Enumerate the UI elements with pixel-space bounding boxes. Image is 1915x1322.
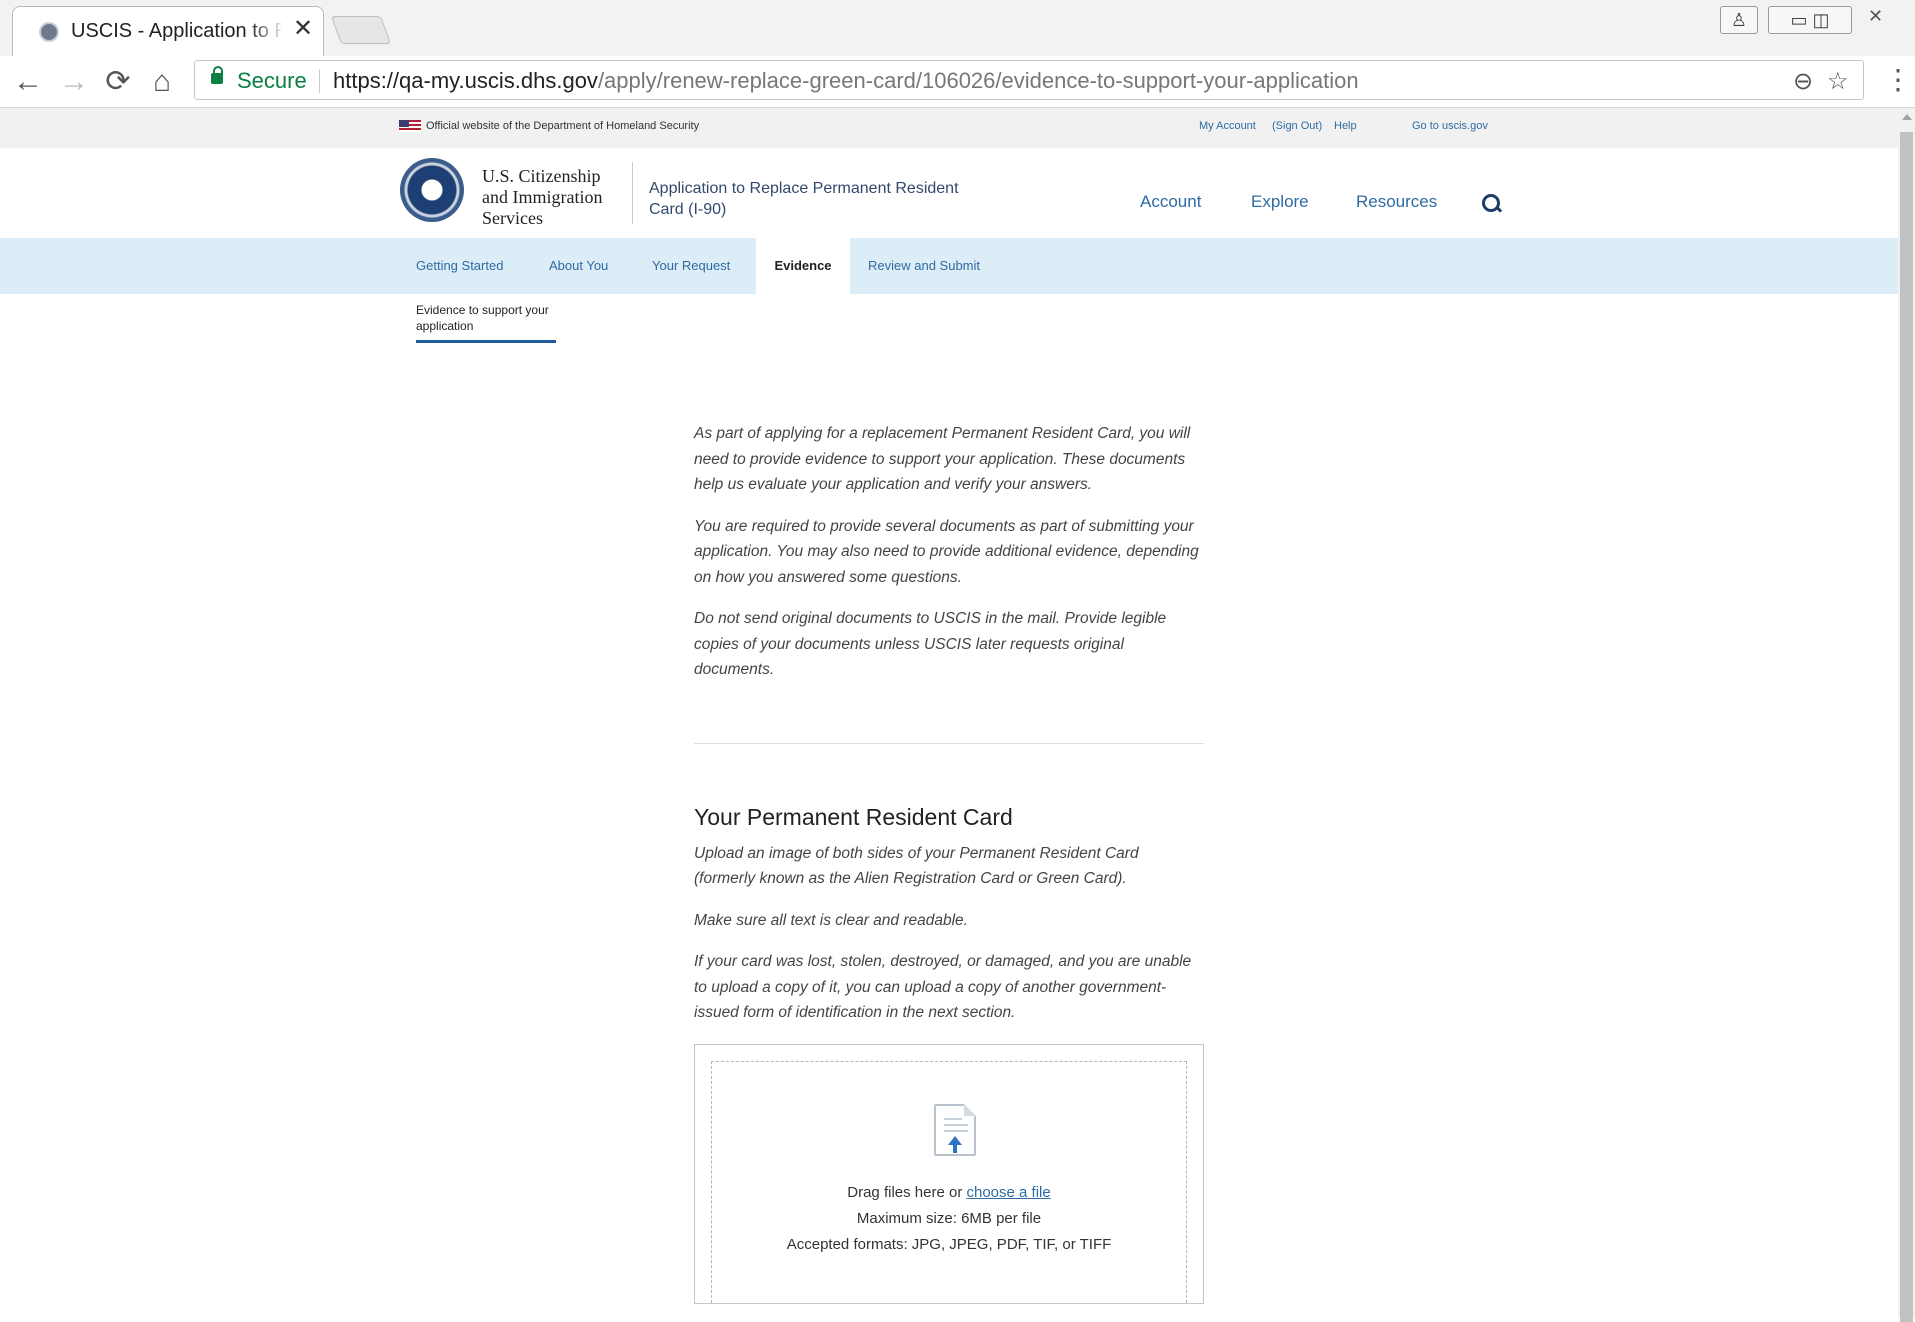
official-website-text: Official website of the Department of Ho…: [426, 120, 700, 132]
my-account-link[interactable]: My Account: [1199, 120, 1256, 132]
nav-resources[interactable]: Resources: [1356, 192, 1437, 212]
go-to-uscis-link[interactable]: Go to uscis.gov: [1412, 120, 1488, 132]
address-bar[interactable]: Secure https://qa-my.uscis.dhs.gov/apply…: [194, 60, 1864, 100]
browser-menu-icon[interactable]: ⋮: [1884, 62, 1912, 98]
drag-files-text: Drag files here or choose a file: [847, 1183, 1051, 1201]
reload-icon[interactable]: ⟳: [100, 64, 136, 100]
profile-icon[interactable]: ♙: [1720, 6, 1758, 34]
uscis-favicon-icon: [39, 22, 59, 42]
accepted-formats-text: Accepted formats: JPG, JPEG, PDF, TIF, o…: [786, 1235, 1112, 1253]
card-instructions-2: Make sure all text is clear and readable…: [694, 911, 968, 929]
file-upload-icon: [934, 1103, 976, 1156]
tab-evidence[interactable]: Evidence: [756, 238, 850, 294]
max-size-text: Maximum size: 6MB per file: [856, 1209, 1042, 1227]
file-upload-panel: Drag files here or choose a file Maximum…: [694, 1043, 1204, 1304]
tab-getting-started[interactable]: Getting Started: [416, 238, 503, 294]
eagle-icon: ✦: [424, 180, 440, 200]
choose-file-link[interactable]: choose a file: [966, 1184, 1050, 1201]
us-flag-icon: [399, 120, 421, 132]
nav-account[interactable]: Account: [1140, 192, 1201, 212]
tab-review-and-submit[interactable]: Review and Submit: [868, 238, 980, 294]
intro-paragraph-2: You are required to provide several docu…: [694, 517, 1199, 586]
tab-your-request[interactable]: Your Request: [652, 238, 730, 294]
tab-close-icon[interactable]: ✕: [293, 17, 313, 41]
lock-icon: [211, 66, 223, 84]
scrollbar-thumb[interactable]: [1900, 132, 1913, 1322]
intro-paragraph-3: Do not send original documents to USCIS …: [694, 610, 1167, 678]
bookmark-star-icon[interactable]: ☆: [1827, 67, 1849, 96]
help-link[interactable]: Help: [1334, 120, 1357, 132]
close-window-icon[interactable]: ✕: [1868, 6, 1883, 27]
forward-icon[interactable]: →: [56, 64, 92, 100]
subnav-active-indicator: [416, 340, 556, 343]
file-drop-zone[interactable]: Drag files here or choose a file Maximum…: [711, 1060, 1187, 1303]
page-scrollbar[interactable]: [1898, 108, 1915, 1322]
page-viewport: Official website of the Department of Ho…: [0, 108, 1898, 1318]
scroll-up-arrow-icon[interactable]: [1902, 114, 1912, 120]
main-content: As part of applying for a replacement Pe…: [694, 421, 1204, 1304]
application-title: Application to Replace Permanent Residen…: [649, 180, 959, 218]
browser-tab[interactable]: USCIS - Application to Replace Permanent…: [12, 6, 324, 56]
card-instructions-1: Upload an image of both sides of your Pe…: [694, 844, 1139, 888]
step-navigation: Getting Started About You Your Request E…: [0, 238, 1898, 294]
new-tab-button[interactable]: [330, 16, 392, 44]
tab-about-you[interactable]: About You: [549, 238, 608, 294]
browser-toolbar: ← → ⟳ ⌂ Secure https://qa-my.uscis.dhs.g…: [0, 56, 1915, 108]
site-header: ✦ U.S. Citizenship and Immigration Servi…: [0, 148, 1898, 238]
url-text[interactable]: https://qa-my.uscis.dhs.gov/apply/renew-…: [333, 68, 1359, 94]
secure-label: Secure: [237, 68, 307, 93]
sign-out-link[interactable]: (Sign Out): [1272, 120, 1322, 132]
card-instructions-3: If your card was lost, stolen, destroyed…: [694, 953, 1192, 1021]
section-divider: [694, 742, 1204, 744]
gov-banner: Official website of the Department of Ho…: [0, 108, 1898, 148]
section-title: Your Permanent Resident Card: [694, 803, 1013, 830]
home-icon[interactable]: ⌂: [144, 64, 180, 100]
intro-paragraph-1: As part of applying for a replacement Pe…: [694, 425, 1191, 493]
dhs-seal-logo[interactable]: ✦: [400, 158, 464, 222]
zoom-icon[interactable]: ⊖: [1793, 67, 1813, 96]
search-icon[interactable]: [1482, 194, 1500, 212]
browser-tabstrip: USCIS - Application to Replace Permanent…: [0, 0, 1915, 56]
nav-explore[interactable]: Explore: [1251, 192, 1309, 212]
subnav-evidence-to-support[interactable]: Evidence to support your application: [416, 302, 556, 334]
agency-name[interactable]: U.S. Citizenship and Immigration Service…: [482, 166, 622, 229]
back-icon[interactable]: ←: [10, 64, 46, 100]
minimize-maximize-icon[interactable]: ▭ ◫: [1768, 6, 1852, 34]
